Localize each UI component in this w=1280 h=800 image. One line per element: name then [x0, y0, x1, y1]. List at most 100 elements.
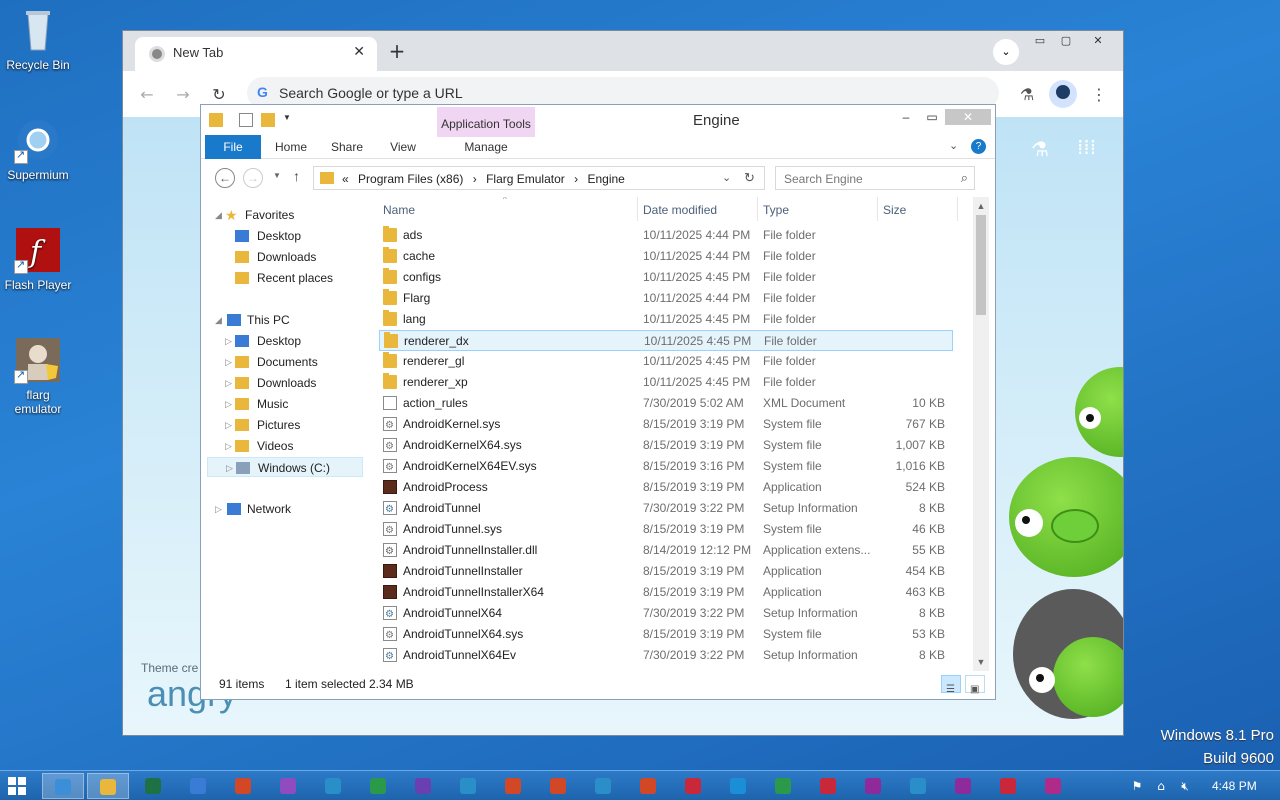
- properties-icon[interactable]: [239, 113, 253, 127]
- file-row[interactable]: AndroidTunnelX64.sys 8/15/2019 3:19 PM Sys…: [379, 624, 953, 646]
- file-row[interactable]: AndroidTunnelX64Ev 7/30/2019 3:22 PM Setup…: [379, 645, 953, 667]
- tab-view[interactable]: View: [385, 135, 421, 159]
- help-icon[interactable]: ?: [971, 139, 986, 154]
- file-row[interactable]: ads 10/11/2025 4:44 PM File folder: [379, 225, 953, 246]
- taskbar-button-photos-app[interactable]: [222, 773, 264, 799]
- scroll-up-icon[interactable]: ▲: [973, 199, 989, 213]
- nav-this-pc-windows-c[interactable]: ▷ Windows (C:): [207, 457, 363, 477]
- taskbar-button-skype[interactable]: [717, 773, 759, 799]
- back-button[interactable]: ←: [215, 168, 235, 188]
- tab-share[interactable]: Share: [327, 135, 367, 159]
- taskbar-button-health[interactable]: [537, 773, 579, 799]
- scrollbar-thumb[interactable]: [976, 215, 986, 315]
- taskbar-button-onenote[interactable]: [852, 773, 894, 799]
- scroll-down-icon[interactable]: ▼: [973, 655, 989, 669]
- nav-favorites-downloads[interactable]: Downloads: [201, 247, 361, 267]
- nav-this-pc-music[interactable]: ▷ Music: [201, 394, 361, 414]
- apps-grid-icon[interactable]: ⁞⁞⁞: [1077, 135, 1096, 159]
- taskbar-button-music[interactable]: [1032, 773, 1074, 799]
- maximize-button[interactable]: ▢: [1053, 33, 1079, 49]
- tab-search-button[interactable]: ⌄: [993, 39, 1019, 65]
- column-header-size[interactable]: Size: [883, 203, 906, 217]
- taskbar-button-file-explorer[interactable]: [87, 773, 129, 799]
- desktop-icon-supermium[interactable]: Supermium: [0, 116, 76, 182]
- column-header-type[interactable]: Type: [763, 203, 789, 217]
- breadcrumb-engine[interactable]: Engine: [587, 172, 624, 186]
- taskbar-button-excel[interactable]: [132, 773, 174, 799]
- taskbar-button-calendar[interactable]: [942, 773, 984, 799]
- file-row[interactable]: AndroidTunnelX64 7/30/2019 3:22 PM Setup I…: [379, 603, 953, 625]
- file-row[interactable]: renderer_dx 10/11/2025 4:45 PM File folder: [379, 330, 953, 351]
- column-divider[interactable]: [957, 197, 958, 221]
- nav-this-pc-videos[interactable]: ▷ Videos: [201, 436, 361, 456]
- taskbar-button-store[interactable]: [987, 773, 1029, 799]
- taskbar-button-news[interactable]: [672, 773, 714, 799]
- clock[interactable]: 4:48 PM: [1212, 771, 1257, 800]
- vertical-scrollbar[interactable]: ▲ ▼: [973, 197, 989, 671]
- close-tab-icon[interactable]: ✕: [353, 43, 365, 60]
- breadcrumb-program-files[interactable]: Program Files (x86): [358, 172, 463, 186]
- nav-favorites-desktop[interactable]: Desktop: [201, 226, 361, 246]
- file-row[interactable]: AndroidTunnelInstallerX64 8/15/2019 3:19 …: [379, 582, 953, 603]
- file-row[interactable]: renderer_gl 10/11/2025 4:45 PM File folder: [379, 351, 953, 372]
- nav-this-pc-downloads[interactable]: ▷ Downloads: [201, 373, 361, 393]
- nav-network[interactable]: ▷ Network: [201, 499, 361, 519]
- nav-favorites-recent-places[interactable]: Recent places: [201, 268, 361, 288]
- start-button[interactable]: [8, 777, 26, 795]
- expand-ribbon-icon[interactable]: ⌄: [949, 139, 958, 152]
- network-icon[interactable]: ⌂: [1154, 779, 1168, 793]
- address-bar[interactable]: « Program Files (x86) › Flarg Emulator ›…: [313, 166, 765, 190]
- menu-button[interactable]: ⋮: [1087, 83, 1111, 107]
- nav-this-pc-pictures[interactable]: ▷ Pictures: [201, 415, 361, 435]
- nav-this-pc[interactable]: ◢ This PC: [201, 310, 361, 330]
- qat-dropdown-icon[interactable]: ▼: [283, 113, 297, 127]
- tab-manage[interactable]: Manage: [459, 135, 513, 159]
- file-row[interactable]: lang 10/11/2025 4:45 PM File folder: [379, 309, 953, 330]
- column-divider[interactable]: [877, 197, 878, 221]
- file-row[interactable]: AndroidTunnel.sys 8/15/2019 3:19 PM System…: [379, 519, 953, 541]
- file-row[interactable]: AndroidKernelX64.sys 8/15/2019 3:19 PM Sys…: [379, 435, 953, 457]
- taskbar-button-help[interactable]: [627, 773, 669, 799]
- address-dropdown-icon[interactable]: ⌄: [722, 171, 731, 184]
- back-button[interactable]: ←: [135, 83, 159, 107]
- breadcrumb-separator[interactable]: ›: [574, 172, 578, 186]
- taskbar-button-supermium[interactable]: [42, 773, 84, 799]
- taskbar-button-mail[interactable]: [177, 773, 219, 799]
- tab-home[interactable]: Home: [271, 135, 311, 159]
- column-divider[interactable]: [637, 197, 638, 221]
- minimize-button[interactable]: ▭: [1027, 33, 1053, 49]
- nav-favorites[interactable]: ◢ ★ Favorites: [201, 205, 361, 225]
- file-row[interactable]: Flarg 10/11/2025 4:44 PM File folder: [379, 288, 953, 309]
- forward-button[interactable]: →: [243, 168, 263, 188]
- breadcrumb-flarg-emulator[interactable]: Flarg Emulator: [486, 172, 565, 186]
- new-tab-button[interactable]: +: [385, 40, 409, 64]
- taskbar-button-games[interactable]: [762, 773, 804, 799]
- labs-button[interactable]: ⚗: [1015, 83, 1039, 107]
- recent-locations-icon[interactable]: ▼: [273, 171, 281, 180]
- taskbar-button-settings-app[interactable]: [897, 773, 939, 799]
- volume-muted-icon[interactable]: 🔇︎: [1178, 779, 1192, 793]
- breadcrumb-overflow[interactable]: «: [342, 172, 349, 186]
- labs-flask-icon[interactable]: ⚗: [1031, 137, 1049, 161]
- close-button[interactable]: ✕: [945, 109, 991, 125]
- file-row[interactable]: AndroidTunnelInstaller.dll 8/14/2019 12:1…: [379, 540, 953, 562]
- new-folder-icon[interactable]: [261, 113, 275, 127]
- column-header-name[interactable]: Name: [383, 203, 415, 217]
- nav-this-pc-desktop[interactable]: ▷ Desktop: [201, 331, 361, 351]
- forward-button[interactable]: →: [171, 83, 195, 107]
- file-row[interactable]: AndroidKernel.sys 8/15/2019 3:19 PM System…: [379, 414, 953, 436]
- refresh-icon[interactable]: ↻: [744, 170, 755, 186]
- file-row[interactable]: cache 10/11/2025 4:44 PM File folder: [379, 246, 953, 267]
- taskbar-button-finance[interactable]: [357, 773, 399, 799]
- desktop-icon-flarg-emulator[interactable]: flarg emulator: [0, 336, 76, 416]
- tab-new-tab[interactable]: New Tab ✕: [135, 37, 377, 71]
- details-view-button[interactable]: ☰: [941, 675, 961, 695]
- up-one-level-icon[interactable]: ↑: [293, 168, 300, 184]
- maximize-button[interactable]: ▭: [921, 109, 943, 125]
- column-header-date-modified[interactable]: Date modified: [643, 203, 717, 217]
- file-row[interactable]: renderer_xp 10/11/2025 4:45 PM File folder: [379, 372, 953, 393]
- large-icons-view-button[interactable]: ▣: [965, 675, 985, 695]
- file-row[interactable]: AndroidTunnelInstaller 8/15/2019 3:19 PM A…: [379, 561, 953, 582]
- desktop-icon-flash-player[interactable]: f Flash Player: [0, 226, 76, 292]
- column-divider[interactable]: [757, 197, 758, 221]
